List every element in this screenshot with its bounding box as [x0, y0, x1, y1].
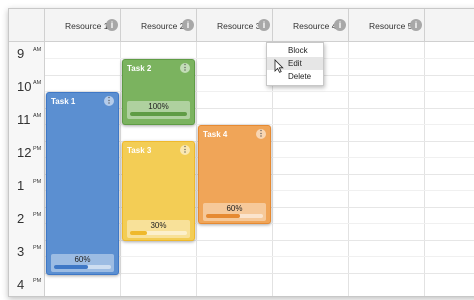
menu-item-label: Block	[288, 46, 308, 55]
event-menu-icon[interactable]: ⋮	[256, 129, 266, 139]
event-menu-icon[interactable]: ⋮	[104, 96, 114, 106]
time-label-10am: 10 AM	[9, 75, 45, 109]
resource-label: Resource 2	[141, 21, 185, 31]
event-task-2[interactable]: Task 2 ⋮ 100%	[122, 59, 195, 125]
resource-header-5[interactable]: Resource 5 i	[349, 9, 425, 41]
hour-number: 2	[17, 211, 25, 226]
time-label-2pm: 2 PM	[9, 207, 45, 241]
time-label-3pm: 3 PM	[9, 240, 45, 274]
calendar-grid[interactable]: 9 AM 10 AM 11 AM 12 PM 1 PM 2 PM 3 PM 4	[9, 42, 474, 296]
half-hour-line	[45, 58, 474, 59]
info-icon[interactable]: i	[334, 19, 346, 31]
menu-item-label: Delete	[288, 72, 312, 81]
hour-line	[45, 75, 474, 76]
progress-label: 30%	[150, 221, 167, 230]
menu-item-label: Edit	[288, 59, 302, 68]
event-menu-icon[interactable]: ⋮	[180, 145, 190, 155]
progress-label: 60%	[226, 204, 243, 213]
am-pm-marker: PM	[33, 278, 42, 284]
resource-header-1[interactable]: Resource 1 i	[45, 9, 121, 41]
time-label-11am: 11 AM	[9, 108, 45, 142]
mouse-cursor-icon	[274, 59, 284, 73]
column-divider	[196, 42, 197, 296]
resource-header-6[interactable]	[425, 9, 474, 41]
progress-track	[130, 112, 187, 116]
info-icon[interactable]: i	[106, 19, 118, 31]
progress-box: 60%	[203, 203, 266, 221]
hour-number: 4	[17, 277, 25, 292]
info-icon[interactable]: i	[182, 19, 194, 31]
am-pm-marker: PM	[33, 212, 42, 218]
progress-fill	[130, 231, 148, 235]
event-task-3[interactable]: Task 3 ⋮ 30%	[122, 141, 195, 241]
resource-label: Resource 5	[369, 21, 413, 31]
time-label-12pm: 12 PM	[9, 141, 45, 175]
event-task-1[interactable]: Task 1 ⋮ 60%	[46, 92, 119, 275]
am-pm-marker: PM	[33, 179, 42, 185]
hour-number: 10	[17, 79, 32, 94]
progress-label: 100%	[148, 102, 169, 111]
hour-number: 3	[17, 244, 25, 259]
event-title: Task 4	[203, 130, 228, 139]
resource-label: Resource 3	[217, 21, 261, 31]
progress-box: 60%	[51, 254, 114, 272]
event-title: Task 3	[127, 146, 152, 155]
hour-number: 11	[17, 112, 31, 127]
progress-label: 60%	[74, 255, 91, 264]
am-pm-marker: AM	[33, 80, 42, 86]
column-divider	[120, 42, 121, 296]
progress-fill	[130, 112, 187, 116]
event-menu-icon[interactable]: ⋮	[180, 63, 190, 73]
hour-number: 9	[17, 46, 25, 61]
column-divider	[424, 42, 425, 296]
scheduler-frame: Resource 1 i Resource 2 i Resource 3 i R…	[8, 8, 474, 297]
resource-label: Resource 1	[65, 21, 109, 31]
progress-fill	[206, 214, 241, 218]
progress-box: 30%	[127, 220, 190, 238]
resource-header: Resource 1 i Resource 2 i Resource 3 i R…	[9, 9, 474, 42]
info-icon[interactable]: i	[410, 19, 422, 31]
progress-fill	[54, 265, 89, 269]
time-label-9am: 9 AM	[9, 42, 45, 76]
event-title: Task 1	[51, 97, 76, 106]
column-divider	[348, 42, 349, 296]
hour-number: 1	[17, 178, 25, 193]
progress-box: 100%	[127, 101, 190, 119]
progress-track	[130, 231, 187, 235]
resource-header-3[interactable]: Resource 3 i	[197, 9, 273, 41]
header-corner	[9, 9, 45, 41]
time-label-1pm: 1 PM	[9, 174, 45, 208]
am-pm-marker: PM	[33, 146, 42, 152]
time-label-4pm: 4 PM	[9, 273, 45, 296]
context-menu-item-block[interactable]: Block	[267, 44, 323, 57]
am-pm-marker: AM	[33, 113, 42, 119]
resource-header-4[interactable]: Resource 4 i	[273, 9, 349, 41]
am-pm-marker: AM	[33, 47, 42, 53]
progress-track	[54, 265, 111, 269]
event-title: Task 2	[127, 64, 152, 73]
hour-number: 12	[17, 145, 32, 160]
progress-track	[206, 214, 263, 218]
info-icon[interactable]: i	[258, 19, 270, 31]
am-pm-marker: PM	[33, 245, 42, 251]
resource-header-2[interactable]: Resource 2 i	[121, 9, 197, 41]
resource-label: Resource 4	[293, 21, 337, 31]
event-task-4[interactable]: Task 4 ⋮ 60%	[198, 125, 271, 224]
